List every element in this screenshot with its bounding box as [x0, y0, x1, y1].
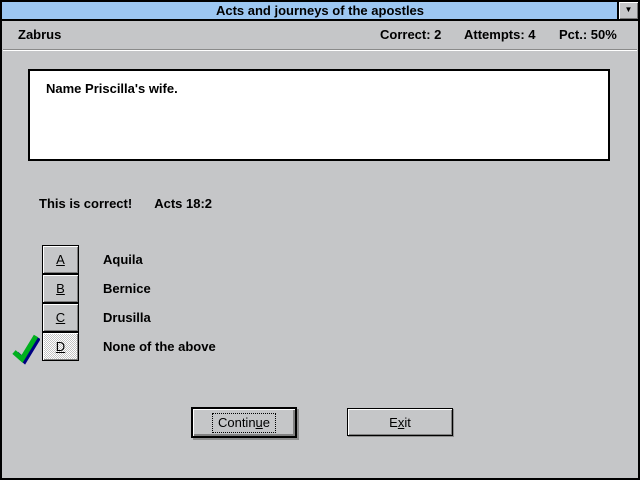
- quiz-window: Acts and journeys of the apostles ▼ Zabr…: [0, 0, 640, 480]
- feedback-result: This is correct!: [39, 196, 133, 211]
- attempts-count: Attempts: 4: [464, 27, 536, 42]
- answer-button-c[interactable]: C: [42, 303, 79, 332]
- correct-check-icon: [12, 334, 40, 365]
- answer-button-d[interactable]: D: [42, 332, 79, 361]
- chevron-down-icon: ▼: [624, 5, 633, 14]
- window-menu-button[interactable]: ▼: [617, 2, 638, 19]
- answer-row-b: B Bernice: [42, 274, 216, 303]
- answer-label: Aquila: [103, 252, 143, 267]
- feedback-line: This is correct! Acts 18:2: [39, 196, 212, 211]
- player-name: Zabrus: [18, 27, 62, 42]
- answer-row-c: C Drusilla: [42, 303, 216, 332]
- percent-score: Pct.: 50%: [559, 27, 617, 42]
- answer-list: A Aquila B Bernice C Drusilla D None of …: [12, 245, 216, 365]
- answer-button-b[interactable]: B: [42, 274, 79, 303]
- answer-label: Bernice: [103, 281, 151, 296]
- answer-label: None of the above: [103, 339, 216, 354]
- continue-button[interactable]: Continue: [191, 407, 297, 438]
- answer-label: Drusilla: [103, 310, 151, 325]
- window-title: Acts and journeys of the apostles: [215, 3, 425, 18]
- question-box: Name Priscilla's wife.: [28, 69, 610, 161]
- correct-count: Correct: 2: [380, 27, 442, 42]
- answer-row-a: A Aquila: [42, 245, 216, 274]
- answer-button-a[interactable]: A: [42, 245, 79, 274]
- exit-button[interactable]: Exit: [347, 408, 453, 436]
- scripture-reference: Acts 18:2: [154, 196, 213, 211]
- answer-row-d: D None of the above: [12, 332, 216, 365]
- header-divider: [3, 49, 637, 51]
- title-bar: Acts and journeys of the apostles ▼: [2, 2, 638, 21]
- focus-rectangle: Continue: [211, 412, 277, 433]
- question-text: Name Priscilla's wife.: [46, 81, 178, 96]
